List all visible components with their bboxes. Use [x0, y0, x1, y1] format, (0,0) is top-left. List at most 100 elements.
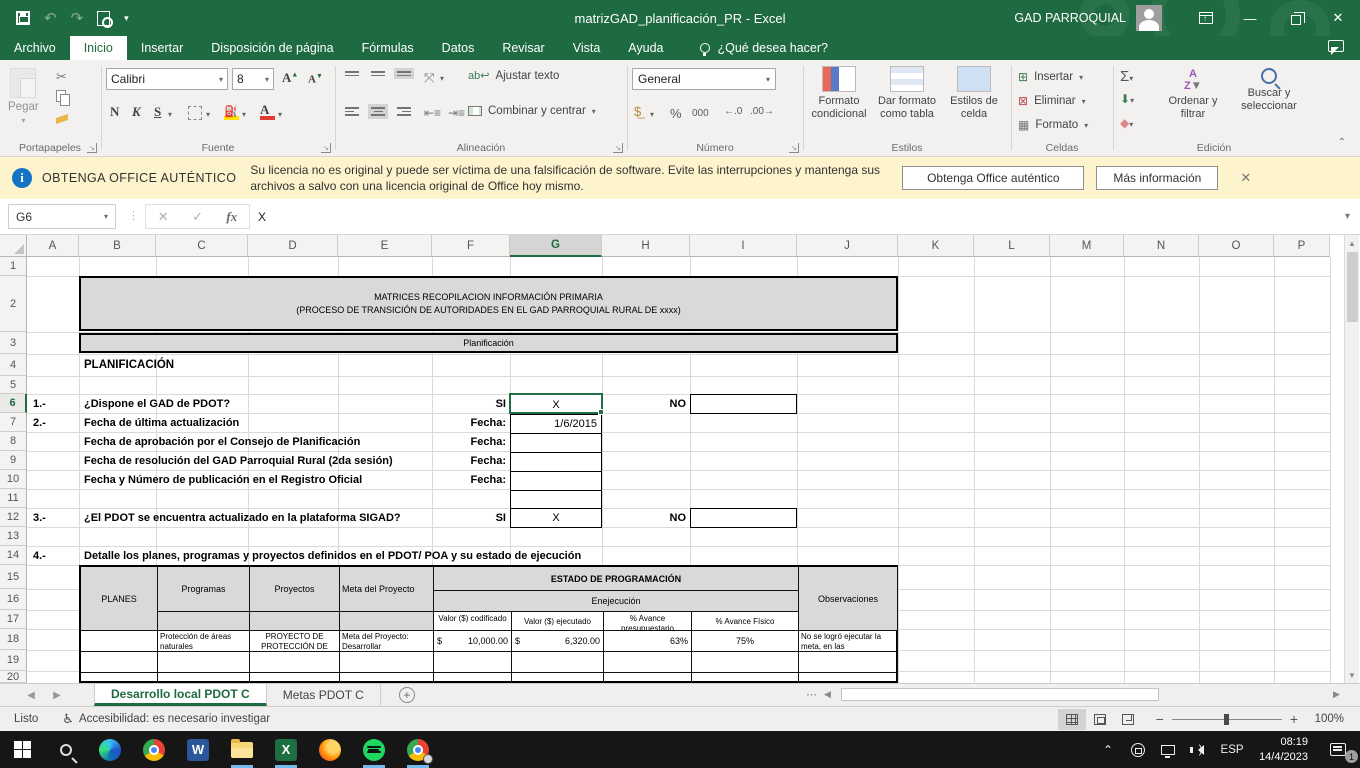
- autosum-icon[interactable]: Σ▾: [1120, 68, 1133, 85]
- zoom-level[interactable]: 100%: [1306, 713, 1344, 725]
- align-right-icon[interactable]: [394, 104, 414, 119]
- table-cell-valor-ejecutado[interactable]: $ 6,320.00: [512, 631, 604, 652]
- column-header-N[interactable]: N: [1124, 235, 1199, 257]
- cell-q3-number[interactable]: 3.-: [33, 508, 46, 527]
- underline-icon[interactable]: S: [154, 104, 161, 120]
- table-empty-cell[interactable]: [81, 652, 158, 673]
- row-header-6[interactable]: 6: [0, 394, 27, 413]
- cell-q3-no-answer[interactable]: [690, 508, 797, 528]
- align-bottom-icon[interactable]: [394, 68, 414, 79]
- cell-q2-number[interactable]: 2.-: [33, 413, 46, 432]
- table-header-proyectos[interactable]: Proyectos: [250, 567, 340, 612]
- cell-q1-text[interactable]: ¿Dispone el GAD de PDOT?: [84, 394, 230, 413]
- borders-icon[interactable]: [188, 106, 202, 120]
- collapse-ribbon-icon[interactable]: ⌃: [1338, 137, 1346, 148]
- hscroll-left-icon[interactable]: ◀: [824, 689, 831, 700]
- row-header-1[interactable]: 1: [0, 257, 27, 276]
- cell-q1-number[interactable]: 1.-: [33, 394, 46, 413]
- table-empty-cell[interactable]: [604, 673, 692, 683]
- number-format-combobox[interactable]: General▾: [632, 68, 776, 90]
- volume-icon[interactable]: [1183, 731, 1213, 768]
- table-cell-meta[interactable]: Meta del Proyecto: Desarrollar: [340, 631, 434, 652]
- column-header-M[interactable]: M: [1050, 235, 1124, 257]
- taskbar-spotify[interactable]: [352, 731, 396, 768]
- table-empty-cell[interactable]: [692, 652, 799, 673]
- increase-indent-icon[interactable]: ⇥≡: [448, 106, 465, 120]
- ribbon-display-options-button[interactable]: [1184, 0, 1228, 36]
- select-all-corner[interactable]: [0, 235, 27, 257]
- italic-icon[interactable]: K: [132, 104, 141, 120]
- column-header-O[interactable]: O: [1199, 235, 1274, 257]
- fill-color-icon[interactable]: ⛽: [224, 104, 239, 120]
- table-empty-cell[interactable]: [158, 652, 250, 673]
- taskbar-search-button[interactable]: [44, 731, 88, 768]
- borders-dropdown-arrow[interactable]: ▾: [206, 110, 210, 119]
- table-header-estado[interactable]: ESTADO DE PROGRAMACIÓN: [434, 567, 799, 591]
- menu-tab-formulas[interactable]: Fórmulas: [348, 36, 428, 60]
- notification-center-button[interactable]: 1: [1316, 731, 1360, 768]
- table-empty-cell[interactable]: [81, 673, 158, 683]
- bold-icon[interactable]: N: [110, 104, 119, 120]
- comment-icon[interactable]: [1328, 40, 1344, 52]
- selected-cell-outline[interactable]: [509, 393, 603, 414]
- cell-G7-date[interactable]: 1/6/2015: [511, 415, 601, 433]
- page-break-view-button[interactable]: [1114, 709, 1142, 730]
- increase-decimal-icon[interactable]: ←.0: [724, 106, 742, 117]
- column-header-J[interactable]: J: [797, 235, 898, 257]
- cell-q4-number[interactable]: 4.-: [33, 546, 46, 565]
- column-header-E[interactable]: E: [338, 235, 432, 257]
- zoom-out-icon[interactable]: −: [1156, 711, 1164, 727]
- customize-qat-icon[interactable]: ▾: [124, 13, 129, 24]
- new-sheet-icon[interactable]: +: [399, 687, 415, 703]
- table-cell-observaciones[interactable]: No se logró ejecutar la meta, en las: [799, 631, 898, 652]
- next-sheet-icon[interactable]: ▶: [44, 684, 70, 706]
- cell-q2d-fecha-label[interactable]: Fecha:: [432, 470, 506, 489]
- table-empty-cell[interactable]: [692, 673, 799, 683]
- zoom-slider[interactable]: [1172, 719, 1282, 720]
- taskbar-firefox[interactable]: [308, 731, 352, 768]
- horizontal-scrollbar[interactable]: [838, 688, 1328, 702]
- orientation-dropdown-arrow[interactable]: ▾: [440, 74, 444, 83]
- row-header-11[interactable]: 11: [0, 489, 27, 508]
- menu-tab-disposicion[interactable]: Disposición de página: [197, 36, 347, 60]
- cell-q4-text[interactable]: Detalle los planes, programas y proyecto…: [84, 546, 581, 565]
- sheet-tab-metas[interactable]: Metas PDOT C: [267, 684, 381, 706]
- taskbar-word[interactable]: W: [176, 731, 220, 768]
- table-cell-proyectos[interactable]: PROYECTO DE PROTECCIÓN DE: [250, 631, 340, 652]
- merge-center-button[interactable]: Combinar y centrar ▾: [468, 105, 596, 117]
- row-header-3[interactable]: 3: [0, 332, 27, 354]
- conditional-formatting-button[interactable]: Formato condicional: [806, 66, 872, 120]
- table-empty-cell[interactable]: [799, 652, 898, 673]
- menu-tab-inicio[interactable]: Inicio: [70, 36, 127, 60]
- row-header-17[interactable]: 17: [0, 610, 27, 629]
- row-header-14[interactable]: 14: [0, 546, 27, 565]
- cell-q1-no-label[interactable]: NO: [602, 394, 686, 413]
- cell-q3-si-label[interactable]: SI: [432, 508, 506, 527]
- column-header-I[interactable]: I: [690, 235, 797, 257]
- align-left-icon[interactable]: [342, 104, 362, 119]
- table-subheader-avance-presupuestario[interactable]: % Avance presupuestario: [604, 612, 692, 631]
- cell-q3-text[interactable]: ¿El PDOT se encuentra actualizado en la …: [84, 508, 401, 527]
- delete-cells-button[interactable]: ⊠Eliminar▾: [1018, 94, 1086, 108]
- table-cell-valor-codificado[interactable]: $ 10,000.00: [434, 631, 512, 652]
- projects-table[interactable]: PLANES Programas Proyectos Meta del Proy…: [79, 565, 898, 683]
- table-empty-cell[interactable]: [604, 652, 692, 673]
- meet-now-icon[interactable]: [1123, 731, 1153, 768]
- cell-q1-si-label[interactable]: SI: [432, 394, 506, 413]
- minimize-button[interactable]: —: [1228, 0, 1272, 36]
- find-select-button[interactable]: Buscar y seleccionar: [1230, 68, 1308, 112]
- network-icon[interactable]: [1153, 731, 1183, 768]
- horizontal-scrollbar-thumb[interactable]: [841, 688, 1159, 701]
- cell-q1-no-answer[interactable]: [690, 394, 797, 414]
- scroll-down-icon[interactable]: ▼: [1345, 668, 1359, 682]
- align-middle-icon[interactable]: [368, 68, 388, 79]
- menu-tab-ayuda[interactable]: Ayuda: [614, 36, 677, 60]
- expand-formula-bar-icon[interactable]: ▾: [1345, 211, 1350, 222]
- row-header-2[interactable]: 2: [0, 276, 27, 332]
- cell-q2c-text[interactable]: Fecha de resolución del GAD Parroquial R…: [84, 451, 393, 470]
- worksheet-grid[interactable]: ABCDEFGHIJKLMNOP123456789101112131415161…: [0, 235, 1360, 683]
- column-header-B[interactable]: B: [79, 235, 156, 257]
- row-header-9[interactable]: 9: [0, 451, 27, 470]
- table-header-empty[interactable]: [250, 612, 340, 631]
- start-button[interactable]: [0, 731, 44, 768]
